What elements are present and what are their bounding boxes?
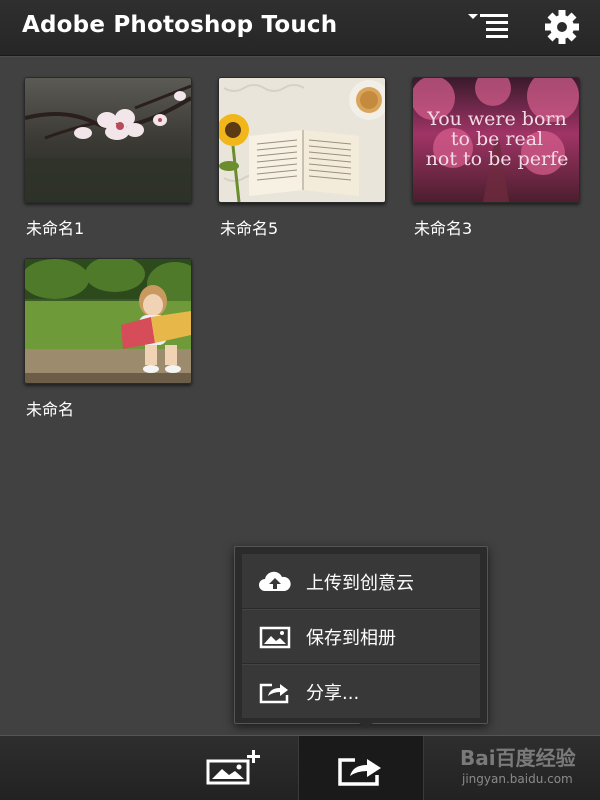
document-name: 未命名 [26, 400, 75, 419]
menu-item-label: 上传到创意云 [306, 573, 414, 594]
share-button[interactable] [298, 736, 424, 800]
document-name: 未命名5 [220, 219, 279, 238]
document-thumbnail[interactable] [24, 77, 192, 203]
document-item[interactable]: 未命名1 [24, 77, 192, 239]
watermark-url: jingyan.baidu.com [462, 772, 573, 786]
list-sort-icon [468, 14, 508, 38]
watermark-brand: Bai百度经验 [460, 746, 576, 770]
plum-blossom-photo [25, 78, 191, 202]
menu-item-save-to-album[interactable]: 保存到相册 [242, 609, 480, 664]
overlay-text-line: not to be perfe [426, 148, 569, 170]
document-thumbnail[interactable] [24, 258, 192, 384]
share-menu-list: 上传到创意云 保存到相册 分享... [242, 554, 480, 718]
menu-item-label: 分享... [306, 683, 360, 704]
sort-menu-button[interactable] [468, 8, 508, 48]
document-name: 未命名3 [414, 219, 473, 238]
share-icon [259, 683, 289, 704]
menu-item-label: 保存到相册 [306, 628, 396, 649]
overlay-text-line: to be real [451, 128, 543, 150]
overlay-text-line: You were born [426, 108, 566, 130]
app-title: Adobe Photoshop Touch [22, 12, 338, 38]
popup-pointer [357, 721, 375, 729]
menu-item-upload-creative-cloud[interactable]: 上传到创意云 [242, 554, 480, 609]
pink-autumn-road-photo: You were born to be real not to be perfe [413, 78, 579, 202]
document-name: 未命名1 [26, 219, 85, 238]
gear-icon [545, 10, 579, 44]
app-window: Adobe Photoshop Touch 未命名1 未命名5 You were… [0, 0, 600, 800]
add-image-icon [206, 750, 260, 785]
document-item[interactable]: 未命名5 [218, 77, 386, 239]
image-icon [259, 626, 291, 649]
add-image-button[interactable] [200, 736, 298, 800]
document-item[interactable]: You were born to be real not to be perfe… [412, 77, 580, 239]
document-item[interactable]: 未命名 [24, 258, 192, 420]
share-popup-menu: 上传到创意云 保存到相册 分享... [234, 546, 488, 724]
settings-button[interactable] [542, 8, 582, 48]
document-thumbnail[interactable] [218, 77, 386, 203]
baidu-jingyan-watermark: Bai百度经验 jingyan.baidu.com [456, 738, 596, 796]
document-thumbnail[interactable]: You were born to be real not to be perfe [412, 77, 580, 203]
cloud-upload-icon [259, 571, 291, 591]
share-icon [338, 758, 381, 786]
action-bar: Adobe Photoshop Touch [0, 0, 600, 56]
menu-item-share[interactable]: 分享... [242, 664, 480, 718]
girl-reading-photo [25, 259, 191, 383]
book-sunflower-tea-photo [219, 78, 385, 202]
